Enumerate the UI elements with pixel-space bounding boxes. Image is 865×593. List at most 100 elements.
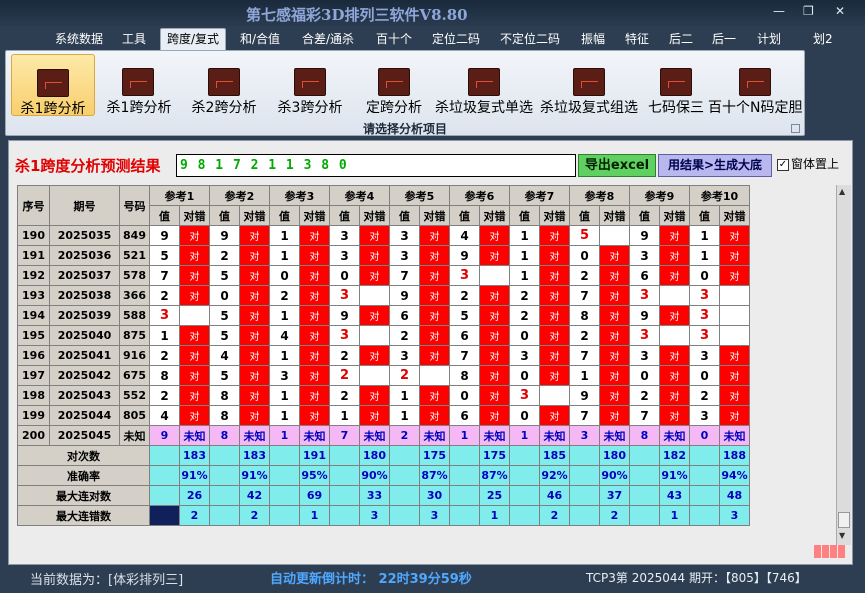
header-value: 值 [389,205,420,226]
scroll-up-icon[interactable]: ▲ [839,187,845,196]
menu-hundreds-tens-ones[interactable]: 百十个 [376,30,412,47]
cell-value: 6 [629,265,660,286]
cell-result: 对 [719,365,750,386]
result-field[interactable]: 9 8 1 7 2 1 1 3 8 0 [176,154,576,177]
cell-result: 对 [659,305,690,326]
pending-num: 未知 [119,425,150,446]
chart-icon [378,68,410,96]
table-row[interactable]: 191 2025036 521 5 对 2 对 1 对 3 对 3 对 9 对 1 对 0 对 3 对 1 对 [17,245,750,266]
cell-result: 对 [599,405,630,426]
cell-value: 1 [389,385,420,406]
menu-span-compound[interactable]: 跨度/复式 [160,28,227,50]
pending-status: 未知 [599,425,630,446]
table-row[interactable]: 190 2025035 849 9 对 9 对 1 对 3 对 3 对 4 对 1 对 5 9 对 1 对 [17,225,750,246]
cell-result: 对 [179,265,210,286]
export-excel-button[interactable]: 导出excel [578,154,656,177]
pending-seq: 200 [17,425,50,446]
cell-result: 对 [239,365,270,386]
cell-result: 对 [539,225,570,246]
generate-base-button[interactable]: 用结果>生成大底 [658,154,772,177]
menu-last-two[interactable]: 后二 [669,30,693,47]
ribbon-kill-junk-group-button[interactable]: 杀垃圾复式组选 [537,54,641,116]
scroll-down-icon[interactable]: ▼ [839,531,845,540]
header-value: 值 [329,205,360,226]
header-ref-1: 参考1 [149,185,210,206]
menu-diff-kill[interactable]: 合差/通杀 [302,30,354,47]
table-row[interactable]: 195 2025040 875 1 对 5 对 4 对 3 2 对 6 对 0 对 2 对 3 3 [17,325,750,346]
pending-status: 未知 [419,425,450,446]
menu-plan[interactable]: 计划 [757,30,781,47]
row-num: 366 [119,285,150,306]
cell-value: 1 [269,385,300,406]
menu-amplitude[interactable]: 振幅 [581,30,605,47]
header-ref-4: 参考4 [329,185,390,206]
ribbon-fixed-span-button[interactable]: 定跨分析 [354,54,434,116]
ribbon-launcher-icon[interactable] [791,124,800,133]
ribbon-n-code-dan-button[interactable]: 百十个N码定胆 [708,54,802,116]
table-row[interactable]: 199 2025044 805 4 对 8 对 1 对 1 对 1 对 6 对 0 对 7 对 7 对 3 对 [17,405,750,426]
stats-pad [629,485,660,506]
header-ref-5: 参考5 [389,185,450,206]
cell-value: 2 [269,285,300,306]
menu-features[interactable]: 特征 [625,30,649,47]
stats-value: 1 [299,505,330,526]
table-row[interactable]: 196 2025041 916 2 对 4 对 1 对 2 对 3 对 7 对 3 对 7 对 3 对 3 对 [17,345,750,366]
stats-value: 87% [419,465,450,486]
stats-value: 1 [659,505,690,526]
table-row[interactable]: 197 2025042 675 8 对 5 对 3 对 2 2 8 对 0 对 1 对 0 对 0 对 [17,365,750,386]
cell-result: 对 [479,365,510,386]
cell-value: 3 [389,345,420,366]
cell-result: 对 [419,405,450,426]
ribbon-seven-code-button[interactable]: 七码保三 [640,54,712,116]
cell-result [359,325,390,346]
stats-value: 92% [539,465,570,486]
menu-tools[interactable]: 工具 [122,30,146,47]
table-row[interactable]: 194 2025039 588 3 5 对 1 对 9 对 6 对 5 对 2 对 8 对 9 对 3 [17,305,750,326]
update-countdown: 自动更新倒计时： 22时39分59秒 [270,572,472,587]
ribbon-kill-junk-single-button[interactable]: 杀垃圾复式单选 [432,54,536,116]
ribbon-kill1-span-button-active[interactable]: 杀1跨分析 [11,54,95,117]
row-num: 875 [119,325,150,346]
close-button[interactable]: ✕ [835,4,845,18]
cell-value: 9 [209,225,240,246]
stats-pad [569,465,600,486]
table-row[interactable]: 198 2025043 552 2 对 8 对 1 对 2 对 1 对 0 对 3 9 对 2 对 2 对 [17,385,750,406]
menu-last-one[interactable]: 后一 [712,30,736,47]
cell-result: 对 [419,345,450,366]
cell-result: 对 [719,245,750,266]
stay-on-top-checkbox[interactable]: ✓ 窗体置上 [777,155,839,172]
menu-plan2[interactable]: 划2 [813,30,833,47]
scroll-thumb[interactable] [838,512,850,528]
pending-row[interactable]: 200 2025045 未知 9 未知 8 未知 1 未知 7 未知 2 未知 1 未知 1 未知 3 未知 8 未知 0… [17,425,750,446]
menu-position-two-code[interactable]: 定位二码 [432,30,480,47]
cell-result: 对 [299,265,330,286]
stats-pad [629,445,660,466]
vertical-scrollbar[interactable]: ▲ ▼ [836,185,851,545]
cell-value: 6 [449,405,480,426]
table-row[interactable]: 193 2025038 366 2 对 0 对 2 对 3 9 对 2 对 2 对 7 对 3 3 [17,285,750,306]
menu-bar: 系统数据 工具 跨度/复式 和/合值 合差/通杀 百十个 定位二码 不定位二码 … [0,26,865,50]
restore-button[interactable]: ❐ [803,4,814,18]
stats-pad [689,465,720,486]
cell-result: 对 [479,245,510,266]
cell-value: 3 [509,345,540,366]
cell-value: 3 [689,285,720,306]
ribbon-kill2-span-button[interactable]: 杀2跨分析 [182,54,266,116]
stats-pad [449,505,480,526]
ribbon-kill1-span-button[interactable]: 杀1跨分析 [98,54,180,116]
table-row[interactable]: 192 2025037 578 7 对 5 对 0 对 0 对 7 对 3 1 对 2 对 6 对 0 对 [17,265,750,286]
stats-pad [329,465,360,486]
menu-sum-value[interactable]: 和/合值 [240,30,280,47]
row-num: 552 [119,385,150,406]
stats-pad [149,505,180,526]
cell-result: 对 [419,305,450,326]
pending-status: 未知 [659,425,690,446]
menu-nonposition-two-code[interactable]: 不定位二码 [500,30,560,47]
menu-system-data[interactable]: 系统数据 [55,30,103,47]
cell-result: 对 [239,385,270,406]
header-correct: 对错 [659,205,690,226]
stats-pad [209,465,240,486]
ribbon-button-label: 杀2跨分析 [191,100,257,116]
minimize-button[interactable]: — [773,4,785,18]
ribbon-kill3-span-button[interactable]: 杀3跨分析 [268,54,352,116]
